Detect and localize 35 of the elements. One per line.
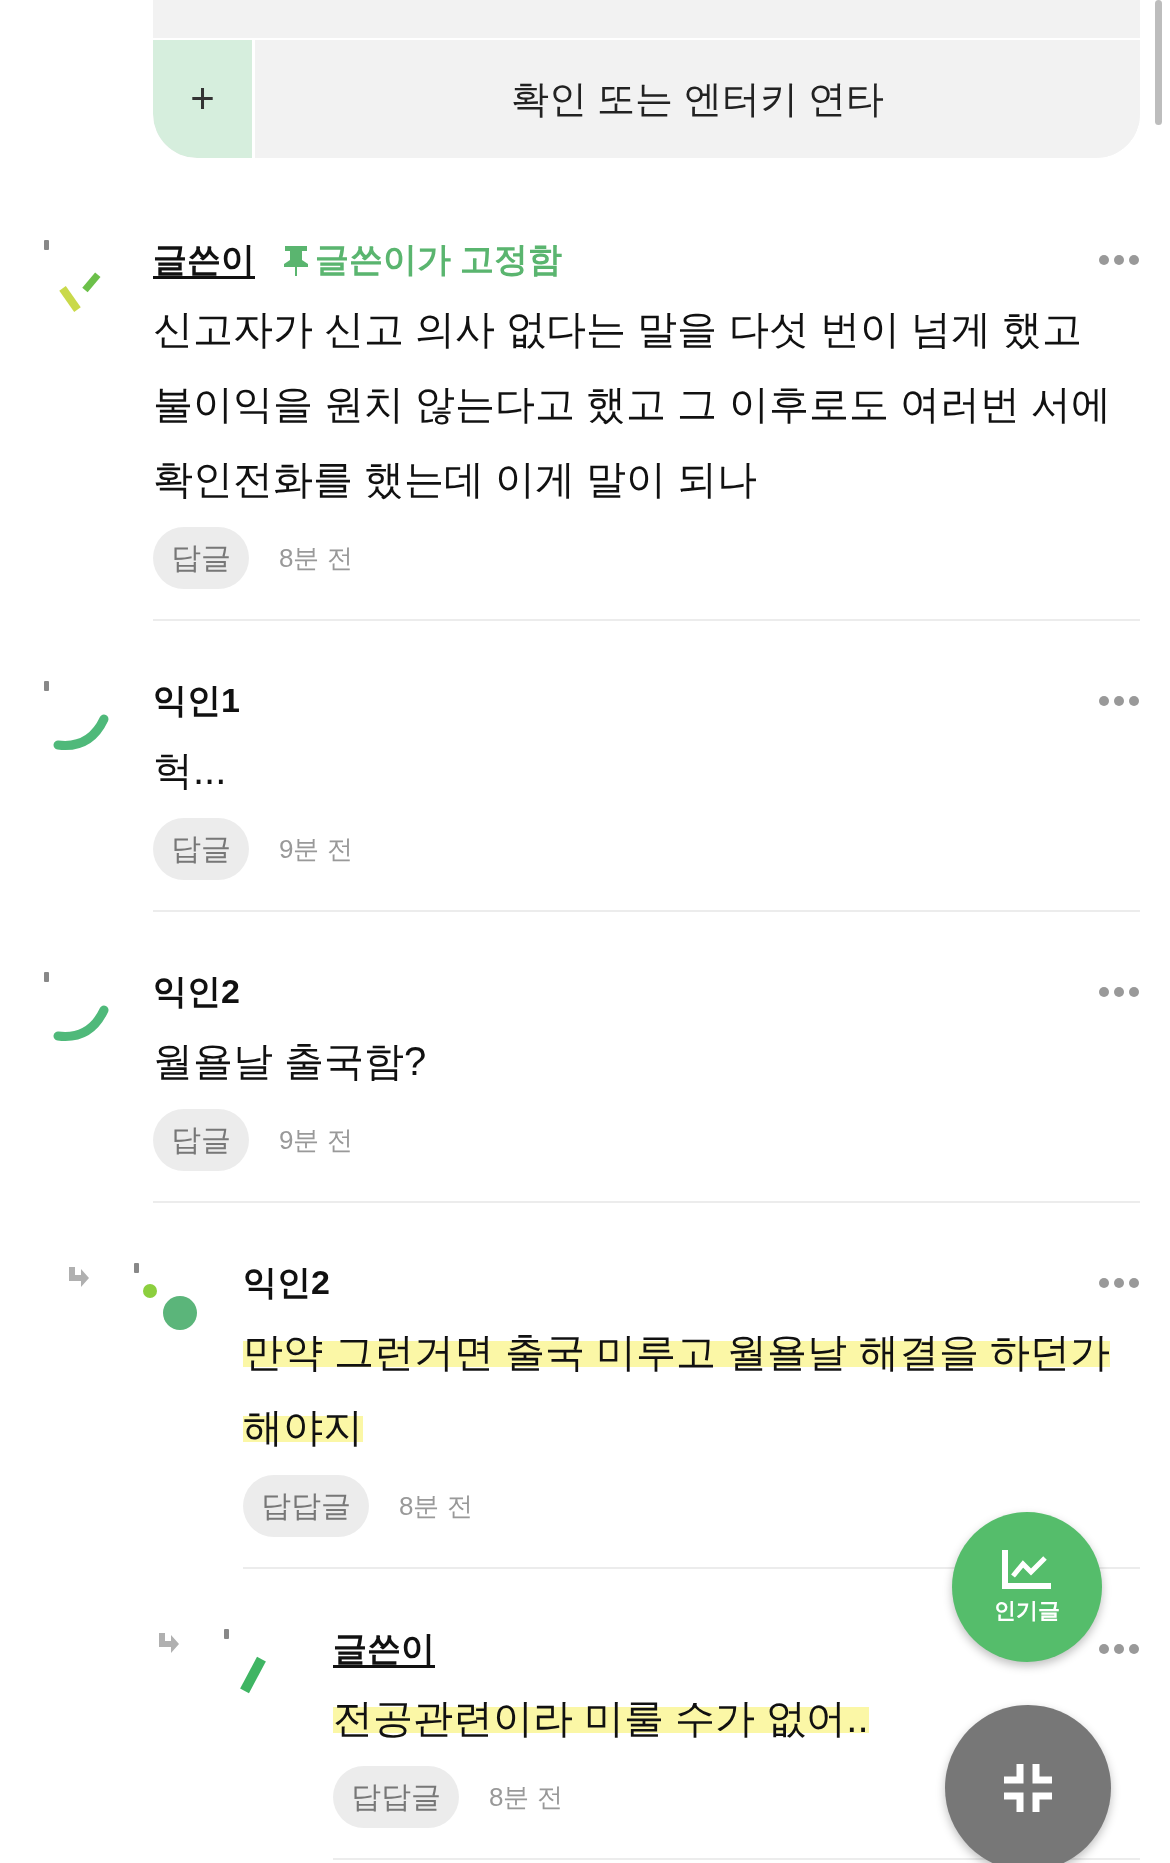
reply-button[interactable]: 답답글 (243, 1475, 369, 1537)
timestamp: 8분 전 (279, 541, 353, 575)
pinned-label: 글쓴이가 고정함 (315, 239, 563, 280)
add-button[interactable]: + (153, 40, 255, 158)
avatar-icon (44, 681, 109, 750)
reply-button[interactable]: 답글 (153, 818, 249, 880)
avatar-icon (44, 972, 109, 1041)
reply-button[interactable]: 답글 (153, 1109, 249, 1171)
avatar-icon (224, 1629, 266, 1694)
author-name: 익인2 (153, 971, 240, 1012)
timestamp: 8분 전 (489, 1780, 563, 1814)
more-icon[interactable] (1098, 986, 1140, 998)
pin-icon (283, 244, 309, 276)
popular-button[interactable]: 인기글 (952, 1512, 1102, 1662)
avatar-icon (134, 1263, 197, 1330)
more-icon[interactable] (1098, 695, 1140, 707)
scrollbar[interactable] (1155, 0, 1162, 125)
more-icon[interactable] (1098, 1277, 1140, 1289)
chart-icon (1001, 1548, 1053, 1590)
more-icon[interactable] (1098, 1643, 1140, 1655)
comment-input[interactable] (153, 0, 1140, 40)
author-name: 글쓴이 (153, 239, 255, 280)
comment-text: 신고자가 신고 의사 없다는 말을 다섯 번이 넘게 했고 불이익을 원치 않는다고 했고 그 이후로도 여러번 서에 확인전화를 했는데 이게 말이 되나 (153, 306, 1112, 503)
avatar-icon (44, 240, 101, 312)
more-icon[interactable] (1098, 254, 1140, 266)
author-name: 글쓴이 (333, 1628, 435, 1669)
author-name: 익인2 (243, 1262, 330, 1303)
reply-button[interactable]: 답글 (153, 527, 249, 589)
comment-text: 헉... (153, 747, 228, 794)
timestamp: 9분 전 (279, 832, 353, 866)
author-name: 익인1 (153, 680, 240, 721)
comment-text: 월욜날 출국함? (153, 1038, 428, 1085)
timestamp: 8분 전 (399, 1489, 473, 1523)
reply-button[interactable]: 답답글 (333, 1766, 459, 1828)
timestamp: 9분 전 (279, 1123, 353, 1157)
